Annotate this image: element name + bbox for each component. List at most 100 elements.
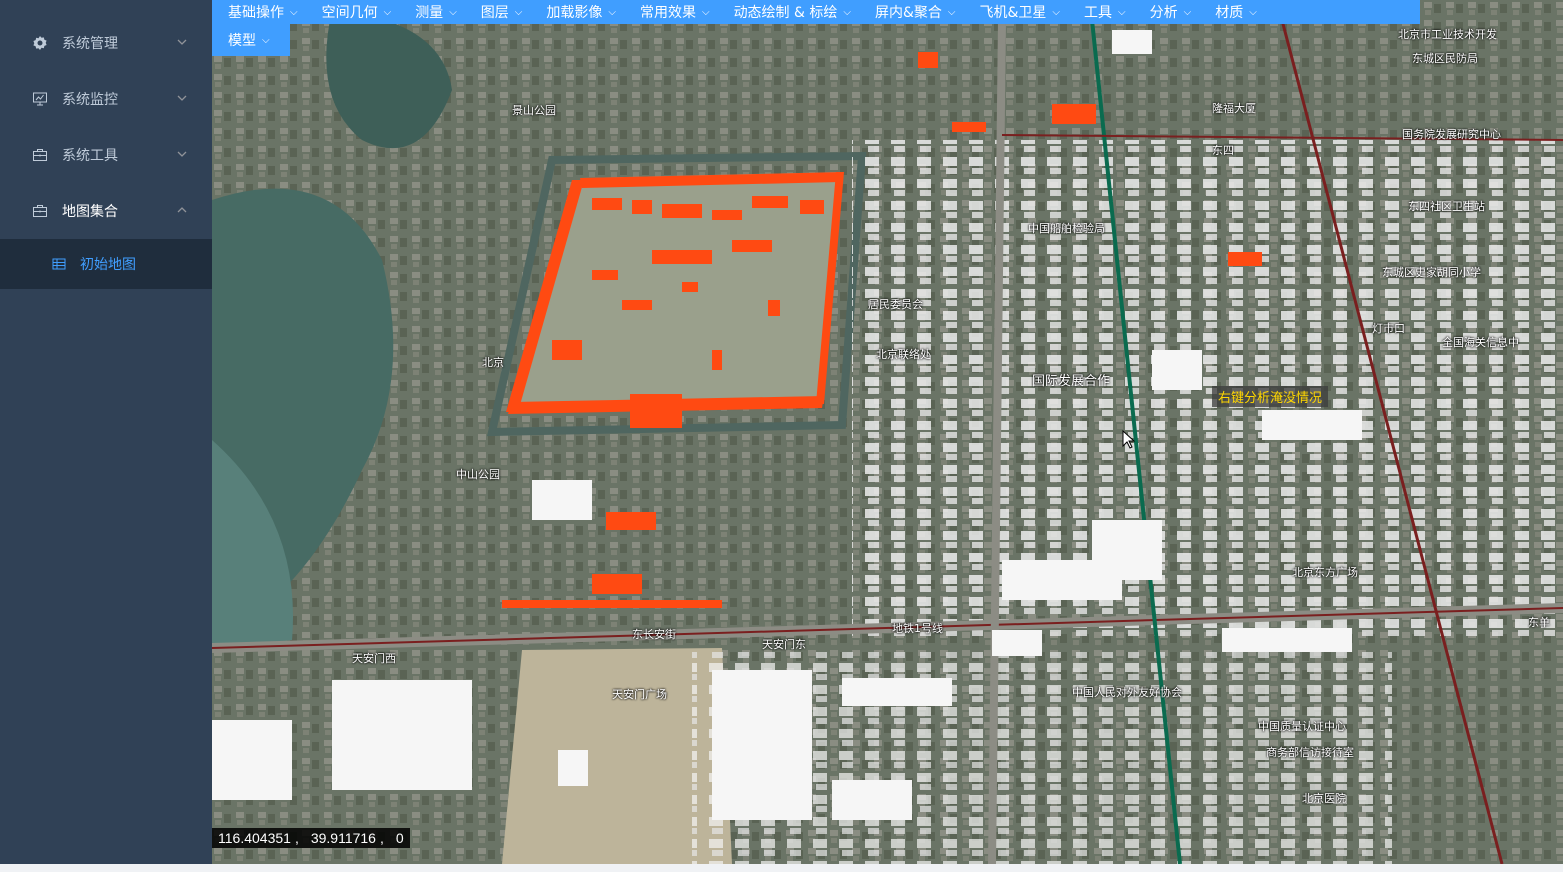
chevron-up-icon	[176, 204, 190, 218]
menu-screen-cluster[interactable]: 屏内&聚合 ⌵	[859, 0, 964, 24]
menu-label: 材质	[1215, 5, 1244, 21]
map-label: 国际发展合作	[1032, 374, 1111, 389]
map-label: 东四社区卫生站	[1408, 200, 1485, 213]
menu-label: 动态绘制 & 标绘	[733, 5, 838, 21]
menu-label: 分析	[1149, 5, 1178, 21]
menu-basic-operations[interactable]: 基础操作 ⌵	[212, 0, 306, 24]
sidebar-item-label: 系统监控	[62, 92, 118, 108]
chevron-down-icon: ⌵	[608, 6, 616, 18]
menu-dynamic-drawing[interactable]: 动态绘制 & 标绘 ⌵	[718, 0, 859, 24]
menu-aircraft-satellite[interactable]: 飞机&卫星 ⌵	[964, 0, 1069, 24]
menu-label: 模型	[228, 33, 256, 49]
menu-label: 空间几何	[321, 5, 378, 21]
map-label: 东城区民防局	[1412, 52, 1478, 65]
chevron-down-icon	[176, 92, 190, 106]
cursor-icon	[1122, 430, 1136, 449]
sidebar-item-label: 地图集合	[62, 204, 118, 220]
map-label: 国务院发展研究中心	[1402, 128, 1501, 141]
menu-label: 屏内&聚合	[874, 5, 942, 21]
chevron-down-icon: ⌵	[290, 6, 298, 18]
menu-load-imagery[interactable]: 加载影像 ⌵	[530, 0, 624, 24]
map-label: 中国船舶检验局	[1028, 222, 1105, 235]
map-label: 北京联络处	[876, 348, 931, 361]
top-toolbar: 基础操作 ⌵ 空间几何 ⌵ 测量 ⌵ 图层 ⌵ 加载影像 ⌵ 常用效果 ⌵ 动态绘制 & 标…	[212, 0, 1420, 56]
toolbox-icon	[32, 203, 48, 219]
map-label: 天安门广场	[612, 688, 667, 701]
longitude-value: 116.404351	[218, 830, 291, 846]
chevron-down-icon	[176, 36, 190, 50]
map-label: 天安门西	[352, 652, 396, 665]
chevron-down-icon: ⌵	[262, 34, 270, 46]
sidebar-item-label: 系统管理	[62, 36, 118, 52]
menu-model[interactable]: 模型 ⌵	[212, 24, 278, 56]
sidebar: 系统管理 系统监控 系统工具 地图集合 初始地图	[0, 0, 212, 872]
submenu-map-collection: 初始地图	[0, 239, 212, 289]
menu-label: 测量	[415, 5, 444, 21]
toolbox-icon	[32, 147, 48, 163]
map-imagery	[212, 0, 1563, 864]
coordinate-readout: 116.404351, 39.911716, 0	[212, 828, 410, 848]
map-label: 东长安街	[632, 628, 676, 641]
menu-label: 工具	[1084, 5, 1113, 21]
map-label: 中山公园	[456, 468, 500, 481]
monitor-icon	[32, 91, 48, 107]
menu-spatial-geometry[interactable]: 空间几何 ⌵	[306, 0, 400, 24]
map-label: 东四	[1212, 144, 1234, 157]
map-label: 全国海关信息中	[1442, 336, 1519, 349]
chevron-down-icon: ⌵	[1249, 6, 1257, 18]
map-label: 北京医院	[1302, 792, 1346, 805]
menu-label: 图层	[480, 5, 509, 21]
toolbar-row-1: 基础操作 ⌵ 空间几何 ⌵ 测量 ⌵ 图层 ⌵ 加载影像 ⌵ 常用效果 ⌵ 动态绘制 & 标…	[212, 0, 1420, 24]
altitude-value: 0	[395, 830, 404, 846]
sidebar-item-label: 系统工具	[62, 148, 118, 164]
map-label: 北京	[482, 356, 504, 369]
sidebar-item-map-collection[interactable]: 地图集合	[0, 183, 212, 239]
chevron-down-icon: ⌵	[1183, 6, 1192, 18]
separator: ,	[294, 830, 299, 846]
sidebar-item-initial-map[interactable]: 初始地图	[0, 239, 212, 289]
chevron-down-icon: ⌵	[701, 6, 710, 18]
analysis-tooltip: 右键分析淹没情况	[1212, 386, 1329, 407]
chevron-down-icon: ⌵	[514, 6, 523, 18]
table-icon	[52, 257, 66, 271]
menu-common-effects[interactable]: 常用效果 ⌵	[624, 0, 718, 24]
menu-measure[interactable]: 测量 ⌵	[399, 0, 465, 24]
map-label: 东城区史家胡同小学	[1382, 266, 1481, 279]
map-label: 隆福大厦	[1212, 102, 1256, 115]
chevron-down-icon: ⌵	[449, 6, 457, 18]
map-label: 商务部信访接待室	[1266, 746, 1354, 759]
menu-layers[interactable]: 图层 ⌵	[465, 0, 531, 24]
map-label: 天安门东	[762, 638, 806, 651]
sidebar-item-system-management[interactable]: 系统管理	[0, 15, 212, 71]
gear-icon	[32, 35, 48, 51]
map-label: 中国质量认证中心	[1258, 720, 1346, 733]
map-label: 北京东方广场	[1292, 566, 1358, 579]
chevron-down-icon: ⌵	[1118, 6, 1126, 18]
chevron-down-icon: ⌵	[383, 6, 392, 18]
map-label: 地铁1号线	[892, 622, 943, 635]
chevron-down-icon: ⌵	[947, 6, 956, 18]
toolbar-row-2: 模型 ⌵	[212, 24, 290, 56]
chevron-down-icon: ⌵	[843, 6, 851, 18]
chevron-down-icon	[176, 148, 190, 162]
sidebar-item-system-monitor[interactable]: 系统监控	[0, 71, 212, 127]
menu-tools[interactable]: 工具 ⌵	[1068, 0, 1134, 24]
latitude-value: 39.911716	[310, 830, 376, 846]
menu-label: 加载影像	[546, 5, 603, 21]
chevron-down-icon: ⌵	[1052, 6, 1061, 18]
separator: ,	[379, 830, 384, 846]
map-label: 东单	[1528, 616, 1550, 629]
menu-label: 飞机&卫星	[979, 5, 1047, 21]
bottom-scrollbar[interactable]	[0, 864, 1563, 872]
submenu-item-label: 初始地图	[80, 257, 136, 273]
map-label: 居民委员会	[868, 298, 923, 311]
menu-analysis[interactable]: 分析 ⌵	[1134, 0, 1200, 24]
sidebar-item-system-tools[interactable]: 系统工具	[0, 127, 212, 183]
menu-label: 常用效果	[639, 5, 696, 21]
map-label: 中国人民对外友好协会	[1072, 686, 1182, 699]
map-label: 景山公园	[512, 104, 556, 117]
menu-materials[interactable]: 材质 ⌵	[1199, 0, 1265, 24]
menu-label: 基础操作	[228, 5, 284, 21]
map-viewer[interactable]: 东长安街 地铁1号线 天安门东 天安门西 天安门广场 国际发展合作 中国船舶检验…	[212, 0, 1563, 864]
map-label: 灯市口	[1372, 322, 1405, 335]
